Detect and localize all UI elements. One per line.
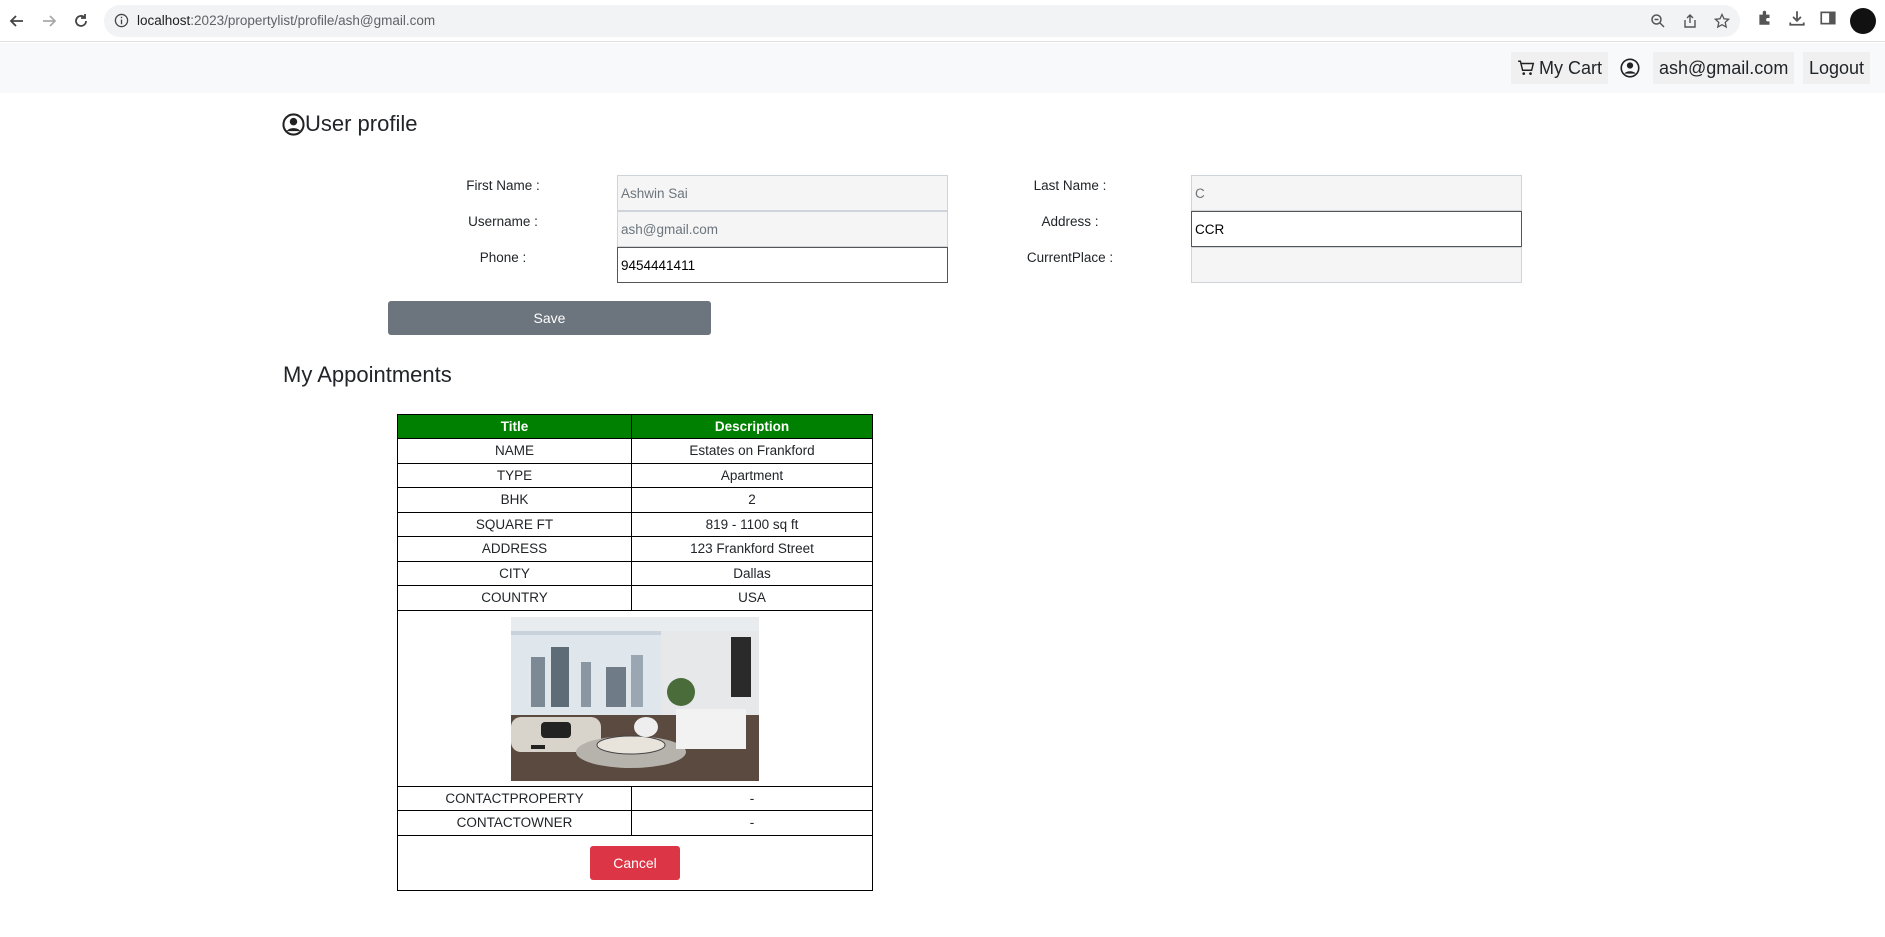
actions-row: Cancel: [397, 834, 873, 891]
address-field[interactable]: CCR: [1191, 211, 1522, 247]
row-value: Apartment: [631, 462, 873, 488]
appointments-table: Title Description NAME Estates on Frankfo…: [397, 414, 873, 891]
first-name-field[interactable]: Ashwin Sai: [617, 175, 948, 211]
profile-heading: User profile: [282, 111, 417, 137]
side-panel-icon[interactable]: [1819, 9, 1837, 31]
site-info-icon[interactable]: [114, 13, 129, 32]
appointments-heading: My Appointments: [283, 362, 452, 387]
row-key: CITY: [397, 560, 632, 586]
reload-icon[interactable]: [69, 9, 93, 33]
current-place-label: CurrentPlace :: [1026, 250, 1114, 265]
row-value: USA: [631, 585, 873, 611]
url-text: localhost:2023/propertylist/profile/ash@…: [137, 13, 436, 28]
row-key: NAME: [397, 438, 632, 464]
table-row: CITY Dallas: [397, 560, 873, 586]
extensions-icon[interactable]: [1756, 9, 1774, 31]
last-name-field[interactable]: C: [1191, 175, 1522, 211]
row-value: Dallas: [631, 560, 873, 586]
phone-field[interactable]: 9454441411: [617, 247, 948, 283]
cancel-button[interactable]: Cancel: [590, 845, 680, 880]
save-button[interactable]: Save: [388, 301, 711, 335]
bookmark-star-icon[interactable]: [1713, 12, 1731, 33]
table-row: ADDRESS 123 Frankford Street: [397, 536, 873, 562]
property-photo: [511, 617, 759, 781]
row-key: SQUARE FT: [397, 511, 632, 537]
share-icon[interactable]: [1682, 13, 1698, 33]
zoom-icon[interactable]: [1650, 13, 1666, 33]
app-navbar: My Cart ash@gmail.com Logout: [0, 43, 1885, 93]
first-name-label: First Name :: [466, 178, 540, 193]
row-key: CONTACTPROPERTY: [397, 785, 632, 811]
table-row: NAME Estates on Frankford: [397, 438, 873, 464]
row-key: TYPE: [397, 462, 632, 488]
column-header-description: Description: [631, 414, 873, 439]
row-key: ADDRESS: [397, 536, 632, 562]
download-icon[interactable]: [1788, 9, 1806, 31]
table-row: CONTACTPROPERTY -: [397, 785, 873, 811]
table-row: TYPE Apartment: [397, 462, 873, 488]
cart-icon: [1517, 59, 1535, 77]
row-value: 2: [631, 487, 873, 513]
last-name-label: Last Name :: [1033, 178, 1107, 193]
row-key: COUNTRY: [397, 585, 632, 611]
back-icon[interactable]: [5, 9, 29, 33]
user-email-link[interactable]: ash@gmail.com: [1653, 52, 1795, 84]
row-value: -: [631, 810, 873, 836]
row-key: BHK: [397, 487, 632, 513]
actions-cell: Cancel: [397, 834, 873, 891]
cart-label: My Cart: [1539, 57, 1602, 78]
profile-avatar[interactable]: [1850, 8, 1876, 34]
forward-icon[interactable]: [37, 9, 61, 33]
table-row: COUNTRY USA: [397, 585, 873, 611]
row-value: Estates on Frankford: [631, 438, 873, 464]
cart-link[interactable]: My Cart: [1511, 52, 1608, 84]
logout-link[interactable]: Logout: [1803, 52, 1871, 84]
address-bar[interactable]: localhost:2023/propertylist/profile/ash@…: [104, 5, 1740, 37]
table-row: SQUARE FT 819 - 1100 sq ft: [397, 511, 873, 537]
username-field[interactable]: ash@gmail.com: [617, 211, 948, 247]
table-row: CONTACTOWNER -: [397, 810, 873, 836]
image-row: [397, 609, 873, 787]
page-title: User profile: [305, 111, 418, 136]
column-header-title: Title: [397, 414, 632, 439]
username-label: Username :: [468, 214, 538, 229]
browser-toolbar: localhost:2023/propertylist/profile/ash@…: [0, 0, 1885, 42]
current-place-field[interactable]: [1191, 247, 1522, 283]
user-circle-icon[interactable]: [1620, 52, 1640, 84]
row-value: -: [631, 785, 873, 811]
row-value: 123 Frankford Street: [631, 536, 873, 562]
table-row: BHK 2: [397, 487, 873, 513]
row-key: CONTACTOWNER: [397, 810, 632, 836]
user-profile-icon: [282, 112, 305, 136]
row-value: 819 - 1100 sq ft: [631, 511, 873, 537]
phone-label: Phone :: [479, 250, 527, 265]
property-image-cell: [397, 609, 873, 787]
table-header-row: Title Description: [397, 414, 873, 439]
address-label: Address :: [1041, 214, 1099, 229]
